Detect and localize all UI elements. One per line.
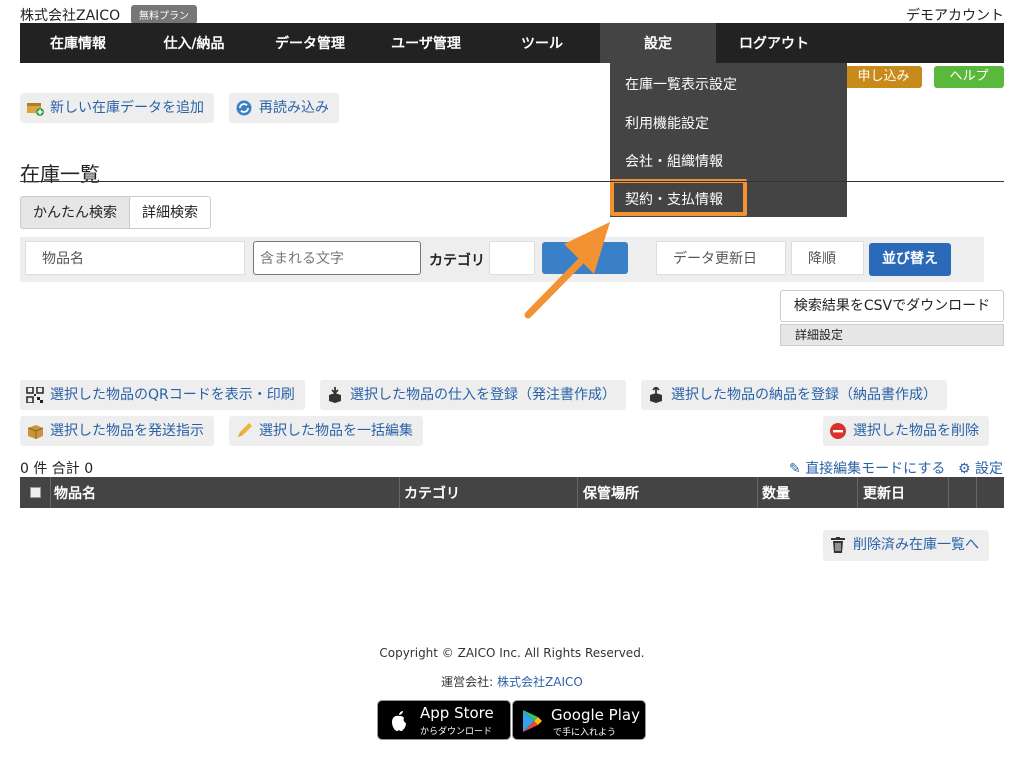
category-label: カテゴリ [429, 253, 485, 269]
account-name[interactable]: デモアカウント [906, 5, 1004, 25]
qr-code-icon [26, 387, 44, 403]
box-out-icon [650, 387, 662, 403]
tab-detail-search[interactable]: 詳細検索 [129, 196, 211, 229]
edit-icon: ✎ [789, 461, 801, 477]
menu-list-display-settings[interactable]: 在庫一覧表示設定 [625, 74, 737, 94]
csv-download-button[interactable]: 検索結果をCSVでダウンロード [780, 290, 1004, 322]
nav-data-management[interactable]: データ管理 [252, 23, 368, 63]
register-delivery-label: 選択した物品の納品を登録（納品書作成） [671, 387, 937, 403]
operator-line: 運営会社: 株式会社ZAICO [0, 673, 1024, 690]
reload-icon [236, 100, 252, 116]
add-item-button[interactable]: 新しい在庫データを追加 [20, 93, 214, 123]
nav-settings[interactable]: 設定 [600, 23, 716, 63]
register-delivery-button[interactable]: 選択した物品の納品を登録（納品書作成） [641, 380, 947, 410]
sort-button[interactable]: 並び替え [869, 243, 951, 276]
qr-code-button[interactable]: 選択した物品のQRコードを表示・印刷 [20, 380, 305, 410]
column-updated[interactable]: 更新日 [863, 483, 905, 503]
deleted-items-button[interactable]: 削除済み在庫一覧へ [823, 530, 989, 561]
add-box-icon [27, 103, 44, 116]
deleted-items-label: 削除済み在庫一覧へ [853, 537, 979, 553]
contains-text-input[interactable]: 含まれる文字 [253, 241, 421, 275]
qr-code-label: 選択した物品のQRコードを表示・印刷 [50, 387, 295, 403]
minus-circle-icon [830, 423, 846, 439]
delete-selected-button[interactable]: 選択した物品を削除 [823, 416, 989, 446]
bulk-edit-button[interactable]: 選択した物品を一括編集 [229, 416, 423, 446]
shipping-instruction-label: 選択した物品を発送指示 [50, 423, 204, 439]
bulk-edit-label: 選択した物品を一括編集 [259, 423, 413, 439]
google-play-badge[interactable]: Google Play で手に入れよう [512, 700, 646, 740]
list-settings-link[interactable]: ⚙ 設定 [958, 458, 1003, 478]
item-name-field[interactable]: 物品名 [25, 241, 245, 275]
menu-highlight-box [610, 179, 747, 216]
item-count: 0 件 合計 0 [20, 461, 94, 477]
register-purchase-button[interactable]: 選択した物品の仕入を登録（発注書作成） [320, 380, 626, 410]
google-play-title: Google Play [551, 706, 640, 724]
shipping-instruction-button[interactable]: 選択した物品を発送指示 [20, 416, 214, 446]
nav-logout[interactable]: ログアウト [716, 23, 832, 63]
pencil-icon [238, 423, 252, 437]
add-item-label: 新しい在庫データを追加 [50, 100, 204, 116]
package-icon [27, 425, 44, 439]
app-store-badge[interactable]: App Store からダウンロード [377, 700, 511, 740]
main-nav: 在庫情報 仕入/納品 データ管理 ユーザ管理 ツール 設定 ログアウト [20, 23, 1004, 63]
select-all-checkbox[interactable] [30, 487, 41, 498]
column-item-name[interactable]: 物品名 [54, 483, 96, 503]
google-play-icon [523, 710, 542, 732]
google-play-subtitle: で手に入れよう [553, 728, 617, 738]
copyright-text: Copyright © ZAICO Inc. All Rights Reserv… [379, 646, 645, 660]
plan-badge: 無料プラン [131, 5, 197, 24]
app-store-title: App Store [420, 704, 494, 722]
tab-easy-search[interactable]: かんたん検索 [20, 196, 130, 229]
list-settings-label: 設定 [975, 461, 1004, 477]
menu-feature-settings[interactable]: 利用機能設定 [625, 113, 709, 133]
apply-button[interactable]: 申し込み [845, 66, 922, 88]
nav-purchase-delivery[interactable]: 仕入/納品 [136, 23, 252, 63]
help-button[interactable]: ヘルプ [934, 66, 1004, 88]
table-header: 物品名 カテゴリ 保管場所 数量 更新日 [20, 477, 1004, 508]
direct-edit-mode-label: 直接編集モードにする [805, 461, 946, 477]
apple-icon [392, 711, 406, 731]
page-title: 在庫一覧 [20, 162, 100, 186]
gear-icon: ⚙ [958, 461, 971, 477]
operator-label: 運営会社: [441, 675, 494, 689]
order-select[interactable]: 降順 [791, 241, 864, 275]
operator-link[interactable]: 株式会社ZAICO [497, 675, 583, 689]
app-store-subtitle: からダウンロード [420, 727, 493, 737]
trash-icon [831, 537, 845, 553]
title-divider [20, 181, 1004, 182]
detail-settings-button[interactable]: 詳細設定 [780, 324, 1004, 346]
column-location[interactable]: 保管場所 [583, 483, 639, 503]
delete-selected-label: 選択した物品を削除 [853, 423, 979, 439]
nav-user-management[interactable]: ユーザ管理 [368, 23, 484, 63]
column-category[interactable]: カテゴリ [404, 483, 460, 503]
nav-tools[interactable]: ツール [484, 23, 600, 63]
orange-arrow-annotation [524, 222, 610, 319]
company-name: 株式会社ZAICO [20, 8, 121, 24]
reload-button[interactable]: 再読み込み [229, 93, 339, 123]
direct-edit-mode-link[interactable]: ✎ 直接編集モードにする [789, 458, 945, 478]
register-purchase-label: 選択した物品の仕入を登録（発注書作成） [350, 387, 616, 403]
box-in-icon [329, 387, 341, 403]
menu-company-info[interactable]: 会社・組織情報 [625, 151, 723, 171]
nav-inventory[interactable]: 在庫情報 [20, 23, 136, 63]
reload-label: 再読み込み [259, 100, 329, 116]
update-date-select[interactable]: データ更新日 [656, 241, 786, 275]
column-quantity[interactable]: 数量 [762, 483, 790, 503]
